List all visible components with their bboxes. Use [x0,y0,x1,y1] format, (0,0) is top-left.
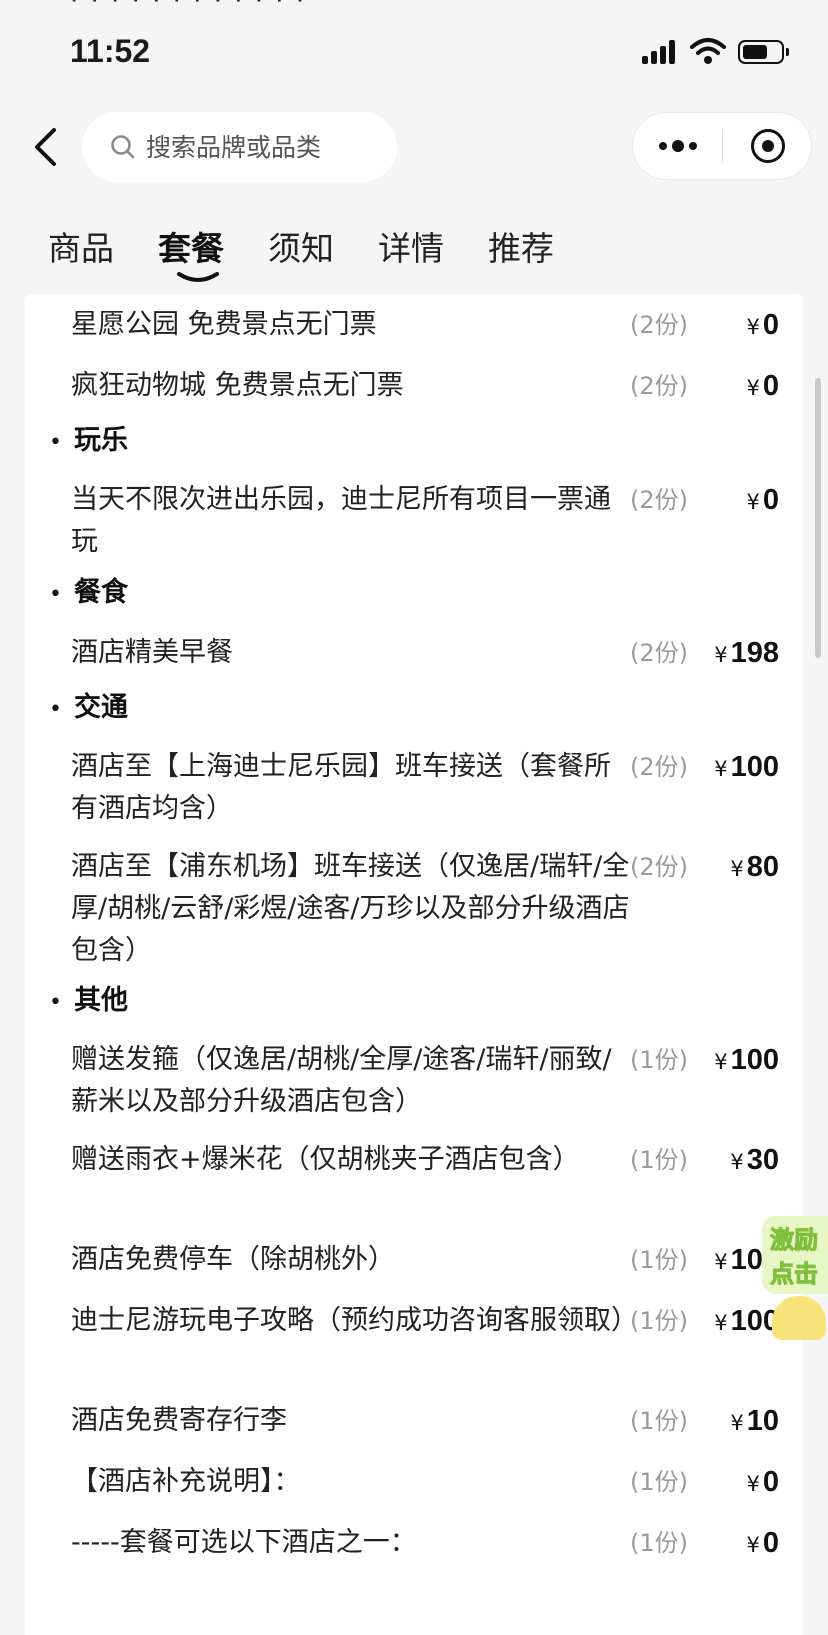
currency-symbol: ¥ [714,757,728,781]
item-price: ¥198 [714,632,779,678]
reward-floating-button[interactable]: 激励 点击 [762,1210,828,1340]
item-quantity: (2份) [630,311,688,339]
item-name: 酒店免费寄存行李 [71,1405,287,1436]
status-time: 11:52 [70,33,151,69]
item-price: ¥0 [746,365,779,411]
bullet-icon: • [49,697,62,722]
item-price: ¥100 [714,746,779,792]
item-price: ¥0 [746,304,779,350]
bullet-icon: • [49,582,62,607]
currency-symbol: ¥ [714,643,728,667]
currency-symbol: ¥ [730,1150,744,1174]
item-name: 赠送发箍（仅逸居/胡桃/全厚/途客/瑞轩/丽致/薪米以及部分升级酒店包含） [71,1044,612,1117]
price-amount: 0 [762,309,779,341]
item-quantity: (1份) [630,1307,688,1335]
item-name: 【酒店补充说明】： [71,1466,301,1497]
section-title: 玩乐 [73,425,128,456]
item-name: 酒店免费停车（除胡桃外） [71,1244,395,1275]
currency-symbol: ¥ [730,857,744,881]
mini-program-capsule [632,112,812,180]
back-button[interactable] [20,122,70,172]
bullet-icon: • [49,430,62,455]
item-name: 酒店至【浦东机场】班车接送（仅逸居/瑞轩/全厚/胡桃/云舒/彩煜/途客/万珍以及… [71,851,630,966]
battery-icon [738,40,789,64]
item-name: 酒店至【上海迪士尼乐园】班车接送（套餐所有酒店均含） [71,751,611,824]
package-card: 星愿公园 免费景点无门票 (2份) ¥0 疯狂动物城 免费景点无门票 (2份) … [25,294,803,1635]
item-name: 星愿公园 免费景点无门票 [71,309,377,340]
item-name: -----套餐可选以下酒店之一： [71,1527,417,1558]
section-title: 交通 [73,692,128,723]
currency-symbol: ¥ [746,315,760,339]
reward-text-line1: 激励 [770,1226,819,1255]
item-price: ¥0 [746,1461,779,1507]
section-title: 餐食 [73,577,128,608]
item-price: ¥80 [730,846,779,892]
more-dots-icon [659,140,697,152]
price-amount: 198 [730,637,779,669]
item-quantity: (1份) [630,1529,688,1557]
item-price: ¥0 [746,479,779,525]
item-quantity: (1份) [630,1046,688,1074]
nav-bar [0,108,828,188]
item-quantity: (2份) [630,372,688,400]
item-name: 赠送雨衣+爆米花（仅胡桃夹子酒店包含） [71,1144,580,1175]
wifi-icon [690,38,726,64]
currency-symbol: ¥ [730,1411,744,1435]
item-price: ¥0 [746,1522,779,1568]
price-amount: 0 [762,484,779,516]
close-mini-program-button[interactable] [723,113,813,179]
price-amount: 10 [746,1405,779,1437]
search-bar[interactable] [82,112,397,182]
mascot-icon [772,1296,826,1340]
cellular-signal-icon [642,40,676,64]
target-close-icon [751,129,785,163]
scrollbar[interactable] [815,378,821,658]
price-amount: 80 [746,851,779,883]
item-quantity: (1份) [630,1407,688,1435]
chevron-left-icon [35,128,56,166]
more-button[interactable] [633,113,723,179]
item-price: ¥30 [730,1139,779,1185]
tab-bar: 商品 套餐 须知 详情 推荐 [0,222,828,282]
item-quantity: (1份) [630,1146,688,1174]
currency-symbol: ¥ [746,490,760,514]
item-quantity: (2份) [630,639,688,667]
currency-symbol: ¥ [714,1050,728,1074]
item-quantity: (2份) [630,486,688,514]
price-amount: 0 [762,370,779,402]
item-price: ¥10 [730,1400,779,1446]
price-amount: 100 [730,1044,779,1076]
currency-symbol: ¥ [746,1472,760,1496]
bullet-icon: • [49,990,62,1015]
currency-symbol: ¥ [746,1533,760,1557]
item-quantity: (2份) [630,753,688,781]
search-icon [111,135,135,159]
tab-package[interactable]: 套餐 [158,222,224,270]
status-bar: 11:52 [0,0,828,100]
active-tab-indicator [177,272,219,282]
item-price: ¥100 [714,1039,779,1085]
price-amount: 100 [730,751,779,783]
item-name: 酒店精美早餐 [71,637,233,668]
item-name: 疯狂动物城 免费景点无门票 [71,370,404,401]
item-quantity: (1份) [630,1468,688,1496]
tab-recommend[interactable]: 推荐 [488,222,554,270]
tab-notice[interactable]: 须知 [268,222,334,270]
currency-symbol: ¥ [714,1250,728,1274]
price-amount: 0 [762,1527,779,1559]
reward-text-line2: 点击 [770,1260,819,1289]
section-title: 其他 [73,985,128,1016]
price-amount: 0 [762,1466,779,1498]
currency-symbol: ¥ [746,376,760,400]
tab-details[interactable]: 详情 [378,222,444,270]
item-name: 迪士尼游玩电子攻略（预约成功咨询客服领取） [71,1305,638,1336]
tab-goods[interactable]: 商品 [48,222,114,270]
search-input[interactable] [144,131,388,163]
item-name: 当天不限次进出乐园，迪士尼所有项目一票通玩 [71,484,611,557]
currency-symbol: ¥ [714,1311,728,1335]
item-quantity: (1份) [630,1246,688,1274]
price-amount: 30 [746,1144,779,1176]
item-quantity: (2份) [630,853,688,881]
